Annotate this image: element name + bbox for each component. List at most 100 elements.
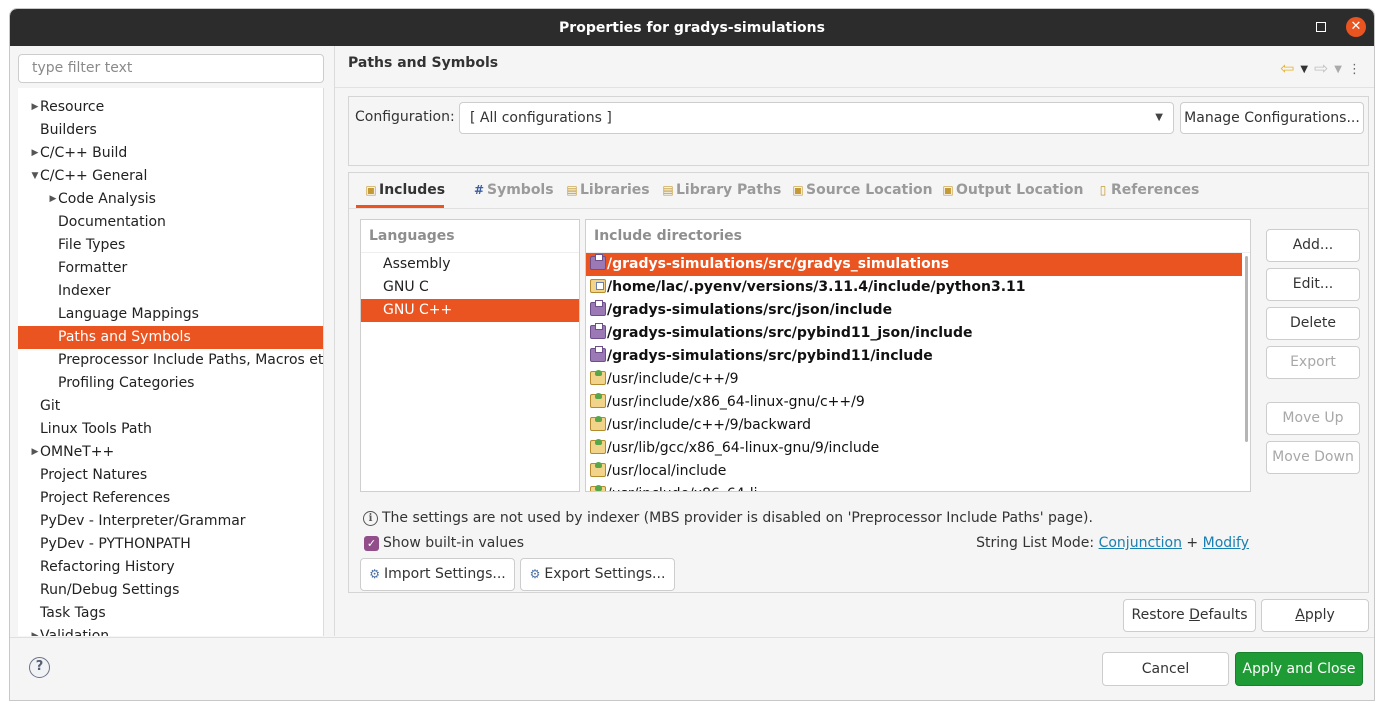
tab-source-location[interactable]: ▣ Source Location xyxy=(790,182,932,198)
language-item[interactable]: GNU C xyxy=(361,276,579,299)
language-item[interactable]: Assembly xyxy=(361,253,579,276)
tree-item[interactable]: File Types xyxy=(18,234,323,257)
window-title: Properties for gradys-simulations xyxy=(559,19,825,36)
tab-bar: ▣ Includes # Symbols ▤ Libraries ▤ Library Path… xyxy=(349,173,1368,209)
filter-input[interactable] xyxy=(32,60,310,76)
forward-arrow-icon[interactable]: ⇨ xyxy=(1314,59,1328,79)
tree-item[interactable]: PyDev - Interpreter/Grammar xyxy=(18,510,323,533)
tree-item[interactable]: ▶ C/C++ Build xyxy=(18,142,323,165)
tab-includes[interactable]: ▣ Includes xyxy=(363,182,445,198)
help-icon[interactable]: ? xyxy=(29,657,50,678)
tree-item[interactable]: Language Mappings xyxy=(18,303,323,326)
collapse-arrow-icon[interactable]: ▶ xyxy=(30,96,40,119)
edit-button[interactable]: Edit... xyxy=(1266,268,1360,301)
export-button[interactable]: Export xyxy=(1266,346,1360,379)
tree-item[interactable]: Project Natures xyxy=(18,464,323,487)
forward-history-dropdown-icon[interactable]: ▼ xyxy=(1334,64,1342,75)
title-bar: Properties for gradys-simulations ✕ xyxy=(10,9,1374,46)
tree-item[interactable]: Run/Debug Settings xyxy=(18,579,323,602)
include-directory-row[interactable]: /gradys-simulations/src/gradys_simulatio… xyxy=(586,253,1242,276)
conjunction-link[interactable]: Conjunction xyxy=(1099,535,1182,551)
tab-symbols[interactable]: # Symbols xyxy=(471,182,554,198)
checkbox-checked-icon[interactable]: ✓ xyxy=(364,535,379,551)
cancel-button[interactable]: Cancel xyxy=(1102,652,1229,686)
tree-item[interactable]: ▶ Code Analysis xyxy=(18,188,323,211)
filter-input-box[interactable] xyxy=(18,54,324,83)
maximize-icon[interactable] xyxy=(1316,22,1326,32)
tab-output-location[interactable]: ▣ Output Location xyxy=(940,182,1083,198)
restore-defaults-label-pre: Restore xyxy=(1131,607,1190,623)
language-item[interactable]: GNU C++ xyxy=(361,299,579,322)
tree-item[interactable]: Linux Tools Path xyxy=(18,418,323,441)
include-directories-list[interactable]: Include directories /gradys-simulations/… xyxy=(585,219,1251,492)
tree-item-label: Task Tags xyxy=(40,605,106,621)
vertical-scrollbar[interactable] xyxy=(1245,256,1248,442)
add-button[interactable]: Add... xyxy=(1266,229,1360,262)
move-down-button[interactable]: Move Down xyxy=(1266,441,1360,474)
tree-item[interactable]: Preprocessor Include Paths, Macros etc. xyxy=(18,349,323,372)
tab-label: Symbols xyxy=(487,182,554,198)
include-directory-row[interactable]: /usr/include/c++/9/backward xyxy=(586,414,1250,437)
tree-item-label: Linux Tools Path xyxy=(40,421,152,437)
tree-item[interactable]: PyDev - PYTHONPATH xyxy=(18,533,323,556)
tree-item[interactable]: Formatter xyxy=(18,257,323,280)
tab-references[interactable]: ▯ References xyxy=(1095,182,1200,198)
tree-item[interactable]: Indexer xyxy=(18,280,323,303)
languages-list[interactable]: Languages Assembly GNU C GNU C++ xyxy=(360,219,580,492)
delete-button[interactable]: Delete xyxy=(1266,307,1360,340)
include-directory-row[interactable]: /home/lac/.pyenv/versions/3.11.4/include… xyxy=(586,276,1250,299)
hash-icon: # xyxy=(473,183,485,197)
import-settings-button[interactable]: ⚙ Import Settings... xyxy=(360,558,515,591)
manage-configurations-button[interactable]: Manage Configurations... xyxy=(1180,102,1364,134)
tree-item[interactable]: ▶ OMNeT++ xyxy=(18,441,323,464)
apply-button[interactable]: Apply xyxy=(1261,599,1369,632)
configuration-select[interactable]: [ All configurations ] ▼ xyxy=(459,102,1174,134)
sash-divider[interactable] xyxy=(334,46,335,636)
tree-item[interactable]: Refactoring History xyxy=(18,556,323,579)
collapse-arrow-icon[interactable]: ▶ xyxy=(30,142,40,165)
properties-dialog: Properties for gradys-simulations ✕ ▶Res… xyxy=(9,8,1375,701)
include-directory-row[interactable]: /usr/include/x86_64-li... xyxy=(586,483,1250,491)
include-directory-row[interactable]: /usr/local/include xyxy=(586,460,1250,483)
tree-item[interactable]: Profiling Categories xyxy=(18,372,323,395)
tree-item[interactable]: Git xyxy=(18,395,323,418)
tree-item[interactable]: Paths and Symbols xyxy=(18,326,323,349)
property-page-tree[interactable]: ▶ Resource Builders ▶ C/C++ Build ▼ C/C++ Gene… xyxy=(18,88,324,636)
include-directory-row[interactable]: /usr/include/c++/9 xyxy=(586,368,1250,391)
back-history-dropdown-icon[interactable]: ▼ xyxy=(1300,64,1308,75)
apply-and-close-button[interactable]: Apply and Close xyxy=(1235,652,1363,686)
tree-item-label: C/C++ Build xyxy=(40,145,128,161)
library-paths-icon: ▤ xyxy=(662,183,674,197)
footer-divider xyxy=(10,637,1374,638)
output-folder-icon: ▣ xyxy=(942,183,954,197)
modify-link[interactable]: Modify xyxy=(1203,535,1249,551)
tree-item[interactable]: Project References xyxy=(18,487,323,510)
restore-defaults-button[interactable]: Restore Defaults xyxy=(1123,599,1256,632)
tree-item[interactable]: ▶ Validation xyxy=(18,625,323,636)
tree-item[interactable]: Task Tags xyxy=(18,602,323,625)
tab-label: Output Location xyxy=(956,182,1084,198)
builtin-folder-icon xyxy=(590,370,606,385)
include-directory-row[interactable]: /gradys-simulations/src/pybind11_json/in… xyxy=(586,322,1250,345)
show-builtin-values-checkbox[interactable]: ✓ Show built-in values xyxy=(364,535,524,551)
include-directory-row[interactable]: /usr/include/x86_64-linux-gnu/c++/9 xyxy=(586,391,1250,414)
expand-arrow-icon[interactable]: ▼ xyxy=(30,165,40,188)
export-settings-button[interactable]: ⚙ Export Settings... xyxy=(520,558,675,591)
collapse-arrow-icon[interactable]: ▶ xyxy=(30,441,40,464)
tree-item[interactable]: Builders xyxy=(18,119,323,142)
tab-library-paths[interactable]: ▤ Library Paths xyxy=(660,182,781,198)
view-menu-icon[interactable]: ⋮ xyxy=(1348,62,1361,77)
include-directory-row[interactable]: /gradys-simulations/src/pybind11/include xyxy=(586,345,1250,368)
move-up-button[interactable]: Move Up xyxy=(1266,402,1360,435)
back-arrow-icon[interactable]: ⇦ xyxy=(1280,59,1294,79)
include-path: /usr/local/include xyxy=(607,463,727,479)
include-directory-row[interactable]: /usr/lib/gcc/x86_64-linux-gnu/9/include xyxy=(586,437,1250,460)
tree-item[interactable]: Documentation xyxy=(18,211,323,234)
collapse-arrow-icon[interactable]: ▶ xyxy=(30,625,40,636)
include-directory-row[interactable]: /gradys-simulations/src/json/include xyxy=(586,299,1250,322)
tree-item[interactable]: ▶ Resource xyxy=(18,96,323,119)
tree-item[interactable]: ▼ C/C++ General xyxy=(18,165,323,188)
close-icon[interactable]: ✕ xyxy=(1346,17,1366,37)
collapse-arrow-icon[interactable]: ▶ xyxy=(48,188,58,211)
tab-libraries[interactable]: ▤ Libraries xyxy=(564,182,649,198)
